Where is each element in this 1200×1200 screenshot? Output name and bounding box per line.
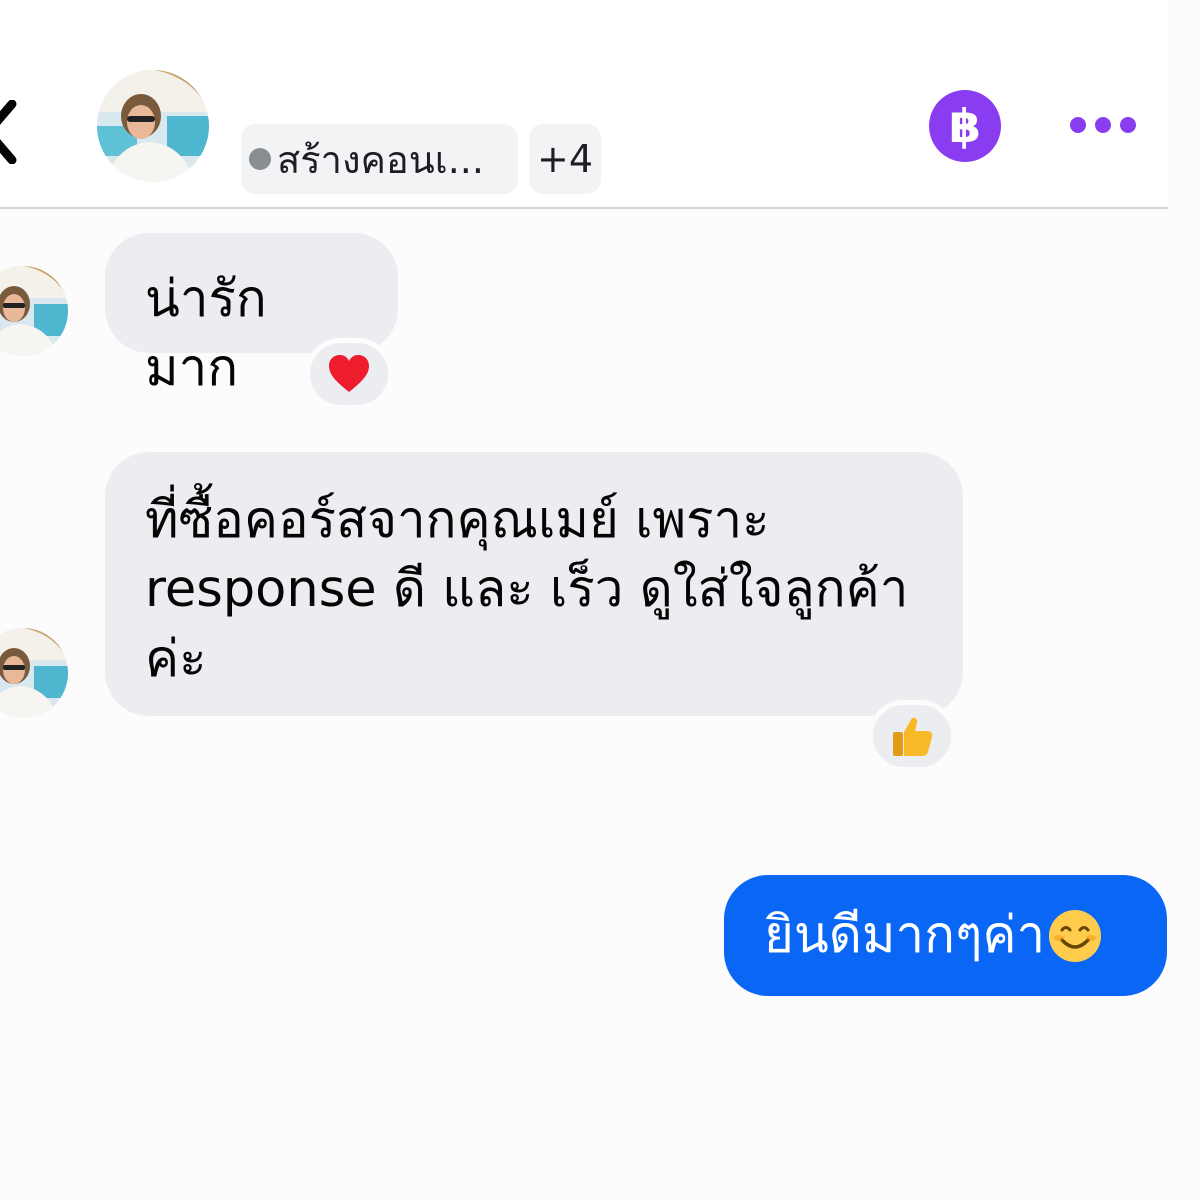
sender-avatar[interactable] [0,266,68,356]
heart-icon [329,355,369,392]
reaction-badge[interactable] [305,338,393,410]
message-text: ที่ซื้อคอร์สจากคุณเมย์ เพราะ response ดี… [145,491,909,689]
message-bubble[interactable]: น่ารักมาก [105,233,398,398]
chat-header: สร้างคอนเ... +4 ฿ [0,0,1168,209]
group-tag-label: สร้างคอนเ... [277,137,484,182]
more-dot [1070,117,1086,133]
message-text: ยินดีมากๆค่า [764,905,1046,965]
message-text: น่ารักมาก [145,270,267,399]
message-bubble-outgoing[interactable]: ยินดีมากๆค่า [724,875,1167,996]
extra-tags-count: +4 [536,137,594,181]
group-avatar[interactable] [97,70,209,182]
status-dot-icon [249,148,271,170]
reaction-badge[interactable] [868,700,956,772]
more-dot [1095,117,1111,133]
back-chevron-icon[interactable] [0,100,24,164]
thumbs-up-icon [893,717,933,756]
more-dot [1120,117,1136,133]
currency-symbol: ฿ [948,99,981,153]
message-bubble[interactable]: ที่ซื้อคอร์สจากคุณเมย์ เพราะ response ดี… [105,452,963,716]
group-tag-chip[interactable]: สร้างคอนเ... [241,124,518,194]
baht-currency-icon[interactable]: ฿ [929,90,1001,162]
sender-avatar[interactable] [0,628,68,718]
smiling-face-icon [1049,909,1102,962]
extra-tags-chip[interactable]: +4 [529,124,601,194]
more-options-icon[interactable] [1070,108,1136,142]
